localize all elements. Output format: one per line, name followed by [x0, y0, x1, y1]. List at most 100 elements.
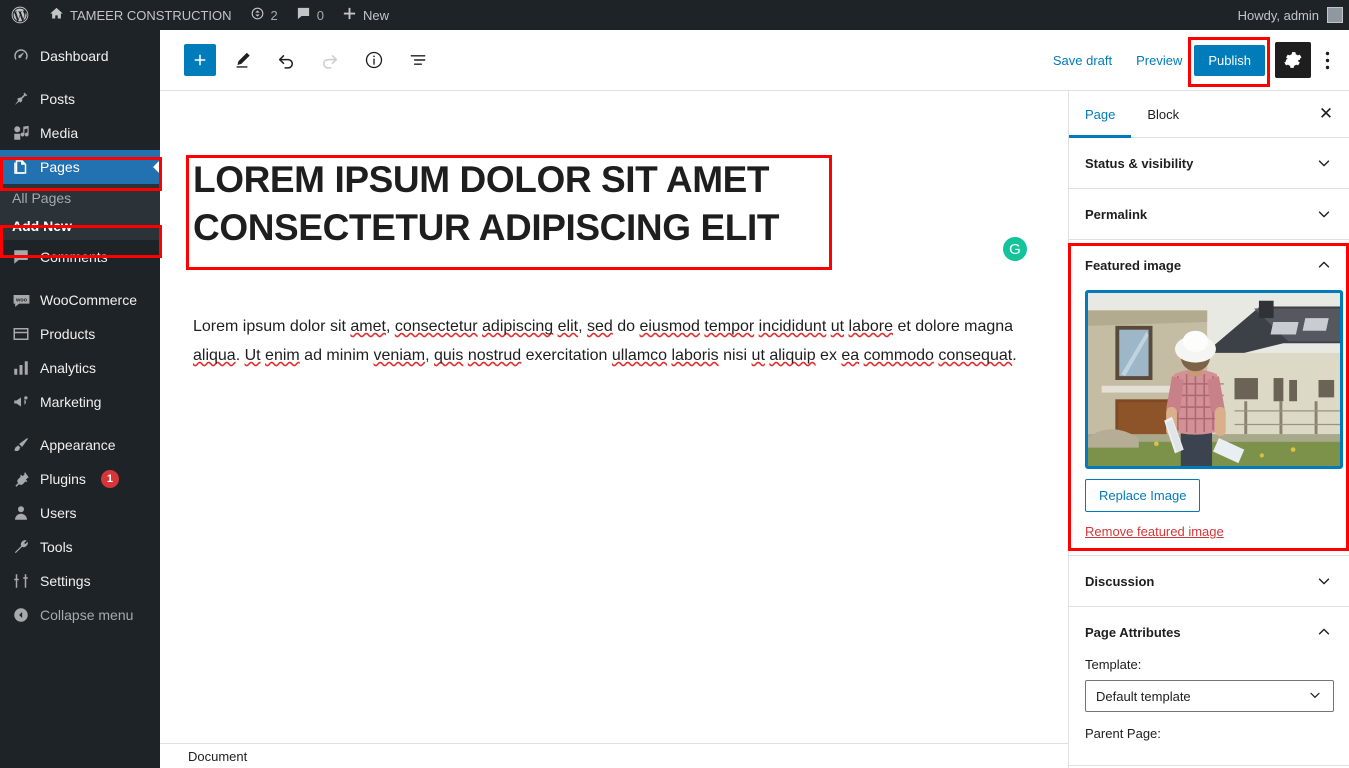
chevron-up-icon: [1315, 256, 1333, 274]
misspelled-word: elit: [557, 318, 579, 335]
text-run: Lorem ipsum dolor sit: [193, 318, 351, 335]
page-title-block[interactable]: LOREM IPSUM DOLOR SIT AMET CONSECTETUR A…: [193, 156, 835, 252]
admin-bar-updates[interactable]: 2: [241, 0, 287, 30]
text-run: ,: [385, 318, 395, 335]
sidebar-item-label: Collapse menu: [40, 607, 134, 623]
panel-status-visibility-header[interactable]: Status & visibility: [1069, 138, 1349, 188]
tools-pencil-button[interactable]: [224, 42, 260, 78]
text-run: .: [1012, 347, 1017, 364]
panel-title: Status & visibility: [1085, 155, 1194, 171]
sidebar-item-label: Media: [40, 125, 79, 141]
preview-button[interactable]: Preview: [1124, 47, 1194, 74]
save-draft-button[interactable]: Save draft: [1041, 47, 1124, 74]
comment-icon: [11, 247, 31, 267]
sidebar-item-posts[interactable]: Posts: [0, 82, 160, 116]
text-run: exercitation: [521, 347, 612, 364]
sidebar-item-label: Plugins: [40, 471, 86, 487]
sidebar-item-analytics[interactable]: Analytics: [0, 351, 160, 385]
sidebar-item-products[interactable]: Products: [0, 317, 160, 351]
parent-page-label: Parent Page:: [1085, 726, 1161, 741]
sidebar-item-label: WooCommerce: [40, 292, 137, 308]
panel-page-attributes: Page Attributes Template: Default templa…: [1069, 607, 1349, 766]
updates-count: 2: [270, 7, 278, 23]
admin-bar-comments[interactable]: 0: [287, 0, 333, 30]
sidebar-item-label: Posts: [40, 91, 76, 107]
wordpress-logo-icon[interactable]: [0, 0, 40, 30]
svg-text:woo: woo: [14, 297, 27, 303]
replace-image-button[interactable]: Replace Image: [1085, 479, 1201, 512]
sidebar-item-settings[interactable]: Settings: [0, 564, 160, 598]
misspelled-word: aliquip: [769, 347, 816, 364]
template-select[interactable]: Default template: [1085, 680, 1334, 712]
collapse-icon: [11, 605, 31, 625]
editor-toolbar: Save draft Preview Publish: [160, 30, 1349, 91]
sidebar-item-label: Tools: [40, 539, 73, 555]
user-icon: [11, 503, 31, 523]
remove-featured-image-link[interactable]: Remove featured image: [1085, 524, 1333, 539]
tab-block[interactable]: Block: [1131, 91, 1195, 137]
misspelled-word: amet: [350, 318, 386, 335]
avatar: [1327, 7, 1343, 23]
site-name-label: TAMEER CONSTRUCTION: [70, 7, 232, 23]
wrench-icon: [11, 537, 31, 557]
panel-discussion-header[interactable]: Discussion: [1069, 556, 1349, 606]
settings-sidebar: Page Block ✕ Status & visibility Permali…: [1068, 91, 1349, 768]
sidebar-item-dashboard[interactable]: Dashboard: [0, 39, 160, 73]
more-options-icon[interactable]: [1313, 42, 1341, 78]
sidebar-item-media[interactable]: Media: [0, 116, 160, 150]
paragraph-block[interactable]: Lorem ipsum dolor sit amet, consectetur …: [193, 312, 1031, 370]
panel-title: Discussion: [1085, 573, 1155, 589]
submenu-item-add-new[interactable]: Add New: [0, 212, 160, 240]
plugins-update-badge: 1: [100, 470, 119, 488]
close-icon[interactable]: ✕: [1303, 91, 1349, 137]
undo-button[interactable]: [268, 42, 304, 78]
redo-button[interactable]: [312, 42, 348, 78]
pages-submenu: All Pages Add New: [0, 184, 160, 240]
misspelled-word: consectetur: [394, 318, 478, 335]
menu-spacer-3: [0, 419, 160, 428]
panel-page-attributes-header[interactable]: Page Attributes: [1069, 607, 1349, 657]
grammarly-icon[interactable]: G: [1003, 237, 1027, 261]
sidebar-item-comments[interactable]: Comments: [0, 240, 160, 274]
featured-image-thumbnail[interactable]: [1085, 290, 1343, 469]
admin-bar-account[interactable]: Howdy, admin: [1229, 7, 1349, 23]
misspelled-word: quis: [434, 347, 464, 364]
details-info-button[interactable]: [356, 42, 392, 78]
panel-featured-image-header[interactable]: Featured image: [1069, 240, 1349, 290]
sidebar-item-tools[interactable]: Tools: [0, 530, 160, 564]
text-run: nisi: [718, 347, 752, 364]
editor-toolbar-left: [160, 42, 436, 78]
misspelled-word: ea: [841, 347, 860, 364]
chevron-down-icon: [1307, 687, 1323, 706]
panel-permalink-header[interactable]: Permalink: [1069, 189, 1349, 239]
editor-canvas[interactable]: LOREM IPSUM DOLOR SIT AMET CONSECTETUR A…: [160, 91, 1068, 743]
text-run: .: [235, 347, 245, 364]
submenu-item-label: Add New: [12, 218, 72, 234]
pages-icon: [11, 157, 31, 177]
sidebar-item-label: Comments: [40, 249, 108, 265]
tab-page[interactable]: Page: [1069, 91, 1132, 138]
sidebar-item-woocommerce[interactable]: woo WooCommerce: [0, 283, 160, 317]
submenu-item-label: All Pages: [12, 190, 72, 206]
sidebar-item-appearance[interactable]: Appearance: [0, 428, 160, 462]
chevron-down-icon: [1315, 205, 1333, 223]
admin-bar-site-name[interactable]: TAMEER CONSTRUCTION: [40, 0, 241, 30]
misspelled-word: veniam: [373, 347, 426, 364]
sidebar-item-pages[interactable]: Pages: [0, 150, 161, 184]
breadcrumb[interactable]: Document: [160, 749, 247, 764]
list-view-button[interactable]: [400, 42, 436, 78]
sidebar-item-collapse-menu[interactable]: Collapse menu: [0, 598, 160, 632]
add-block-button[interactable]: [184, 44, 216, 76]
sidebar-item-label: Appearance: [40, 437, 116, 453]
submenu-item-all-pages[interactable]: All Pages: [0, 184, 160, 212]
settings-gear-icon[interactable]: [1275, 42, 1311, 78]
panel-title: Page Attributes: [1085, 624, 1181, 640]
updates-icon: [250, 6, 265, 24]
sidebar-item-marketing[interactable]: Marketing: [0, 385, 160, 419]
admin-bar-new-content[interactable]: New: [333, 0, 398, 30]
misspelled-word: Ut: [244, 347, 261, 364]
misspelled-word: nostrud: [467, 347, 522, 364]
sidebar-item-users[interactable]: Users: [0, 496, 160, 530]
publish-button[interactable]: Publish: [1194, 44, 1265, 76]
sidebar-item-plugins[interactable]: Plugins 1: [0, 462, 160, 496]
